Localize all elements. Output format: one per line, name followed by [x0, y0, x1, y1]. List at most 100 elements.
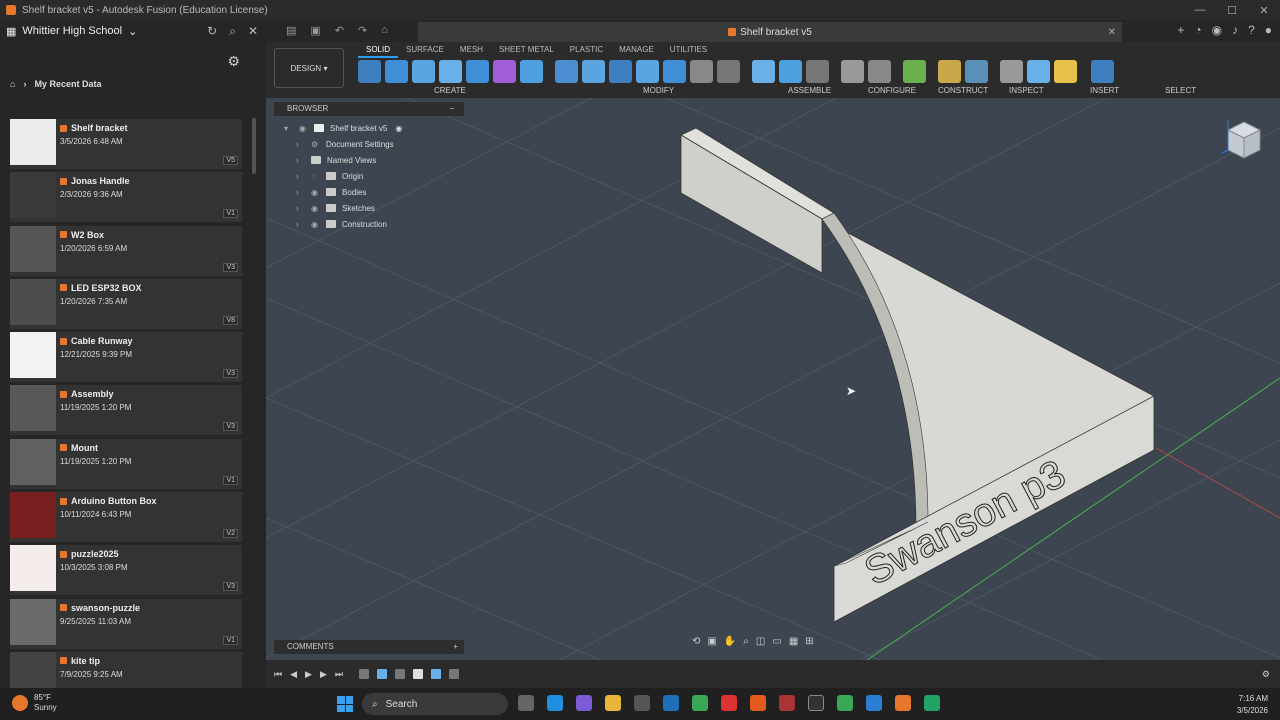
- file-explorer-icon[interactable]: [605, 695, 621, 711]
- tab-solid[interactable]: SOLID: [358, 44, 399, 58]
- timeline-sketch-icon[interactable]: [394, 669, 405, 679]
- copilot-icon[interactable]: [576, 695, 592, 711]
- undo-icon[interactable]: ↶: [335, 24, 344, 37]
- outlook-icon[interactable]: [663, 695, 679, 711]
- minimize-icon[interactable]: —: [1184, 0, 1216, 20]
- look-at-icon[interactable]: ▣: [707, 636, 716, 652]
- timeline-feature-icon[interactable]: [412, 669, 423, 679]
- profile-avatar[interactable]: ●: [1265, 23, 1272, 37]
- orbit-icon[interactable]: ⟲: [692, 636, 700, 652]
- go-to-end-icon[interactable]: ⏭: [335, 669, 343, 680]
- version-badge[interactable]: V3: [223, 582, 238, 592]
- interference-icon[interactable]: [965, 60, 988, 83]
- group-select[interactable]: SELECT: [1165, 86, 1196, 95]
- version-badge[interactable]: V1: [223, 475, 238, 485]
- chevron-right-icon[interactable]: ›: [296, 204, 305, 213]
- fit-icon[interactable]: ◫: [756, 636, 765, 652]
- app-icon[interactable]: [866, 695, 882, 711]
- task-view-icon[interactable]: [518, 695, 534, 711]
- system-clock[interactable]: 7:16 AM 3/5/2026: [1237, 693, 1268, 717]
- file-item[interactable]: puzzle2025 10/3/2025 3:08 PM V3: [10, 545, 242, 596]
- app-icon[interactable]: [750, 695, 766, 711]
- terminal-icon[interactable]: [808, 695, 824, 711]
- browser-node-origin[interactable]: › ◌ Origin: [296, 168, 363, 184]
- version-badge[interactable]: V3: [223, 369, 238, 379]
- step-back-icon[interactable]: ◀: [290, 669, 297, 680]
- revolve-icon[interactable]: [412, 60, 435, 83]
- eye-icon[interactable]: ◉: [311, 220, 320, 229]
- windows-start-icon[interactable]: [337, 696, 353, 712]
- file-item[interactable]: LED ESP32 BOX 1/20/2026 7:35 AM V8: [10, 278, 242, 329]
- fillet-icon[interactable]: [582, 60, 605, 83]
- shell-icon[interactable]: [609, 60, 632, 83]
- view-cube[interactable]: [1218, 116, 1264, 162]
- browser-node-construction[interactable]: › ◉ Construction: [296, 216, 387, 232]
- version-badge[interactable]: V8: [223, 315, 238, 325]
- eye-icon[interactable]: ◉: [311, 204, 320, 213]
- play-icon[interactable]: ▶: [305, 669, 312, 680]
- file-item[interactable]: Arduino Button Box 10/11/2024 6:43 PM V2: [10, 492, 242, 543]
- version-badge[interactable]: V1: [223, 635, 238, 645]
- zoom-icon[interactable]: ⌕: [743, 636, 749, 652]
- sheets-icon[interactable]: [924, 695, 940, 711]
- data-panel-scrollbar[interactable]: [252, 118, 256, 174]
- screen-recorder-icon[interactable]: [721, 695, 737, 711]
- notifications-icon[interactable]: ♪: [1232, 23, 1238, 37]
- refresh-icon[interactable]: ↻: [207, 24, 217, 39]
- new-tab-icon[interactable]: +: [1177, 23, 1184, 37]
- new-component-icon[interactable]: [752, 60, 775, 83]
- group-assemble[interactable]: ASSEMBLE: [788, 86, 831, 95]
- minimize-panel-icon[interactable]: −: [449, 102, 454, 116]
- chevron-right-icon[interactable]: ›: [296, 220, 305, 229]
- pattern-icon[interactable]: [466, 60, 489, 83]
- chevron-right-icon[interactable]: ›: [296, 172, 305, 181]
- eye-icon[interactable]: ◉: [299, 124, 308, 133]
- file-item[interactable]: kite tip 7/9/2025 9:25 AM V1: [10, 651, 242, 688]
- timeline-feature-icon[interactable]: [430, 669, 441, 679]
- split-icon[interactable]: [520, 60, 543, 83]
- eye-off-icon[interactable]: ◌: [311, 172, 320, 181]
- group-configure[interactable]: CONFIGURE: [868, 86, 916, 95]
- offset-plane-icon[interactable]: [903, 60, 926, 83]
- grid-settings-icon[interactable]: ▦: [789, 636, 798, 652]
- gear-icon[interactable]: ⚙: [1262, 669, 1270, 680]
- offset-face-icon[interactable]: [663, 60, 686, 83]
- chrome-icon[interactable]: [692, 695, 708, 711]
- go-to-start-icon[interactable]: ⏮: [274, 669, 282, 680]
- version-badge[interactable]: V3: [223, 262, 238, 272]
- joint-icon[interactable]: [779, 60, 802, 83]
- group-modify[interactable]: MODIFY: [643, 86, 674, 95]
- file-item[interactable]: Shelf bracket 3/5/2026 6:48 AM V5: [10, 119, 242, 169]
- team-selector[interactable]: ▦ Whittier High School ⌄: [6, 25, 137, 38]
- file-item[interactable]: W2 Box 1/20/2026 6:59 AM V3: [10, 225, 242, 276]
- taskbar-search[interactable]: ⌕ Search: [362, 693, 508, 715]
- version-badge[interactable]: V5: [223, 156, 238, 165]
- table-icon[interactable]: [868, 60, 891, 83]
- combine-icon[interactable]: [636, 60, 659, 83]
- timeline-sketch-icon[interactable]: [358, 669, 369, 679]
- fusion-app-icon[interactable]: [895, 695, 911, 711]
- close-tab-icon[interactable]: ✕: [1108, 27, 1116, 38]
- canvas-icon[interactable]: [1027, 60, 1050, 83]
- save-icon[interactable]: ▣: [310, 24, 320, 37]
- timeline-extrude-icon[interactable]: [376, 669, 387, 679]
- extensions-icon[interactable]: ◔: [1194, 23, 1201, 37]
- tab-plastic[interactable]: PLASTIC: [562, 44, 611, 58]
- chrome-icon[interactable]: [837, 695, 853, 711]
- create-sketch-icon[interactable]: [358, 60, 381, 83]
- recent-data-breadcrumb[interactable]: ⌂ › My Recent Data: [10, 79, 101, 89]
- search-icon[interactable]: ⌕: [229, 24, 236, 39]
- comments-panel[interactable]: COMMENTS +: [274, 640, 464, 654]
- group-create[interactable]: CREATE: [434, 86, 466, 95]
- form-icon[interactable]: [493, 60, 516, 83]
- timeline-marker-icon[interactable]: [448, 669, 459, 679]
- select-icon[interactable]: [1091, 60, 1114, 83]
- gear-icon[interactable]: ⚙: [227, 53, 240, 70]
- tab-sheet-metal[interactable]: SHEET METAL: [491, 44, 562, 58]
- physical-material-icon[interactable]: [717, 60, 740, 83]
- maximize-icon[interactable]: ☐: [1216, 0, 1248, 20]
- document-tab[interactable]: Shelf bracket v5 ✕: [418, 22, 1122, 42]
- home-icon[interactable]: ⌂: [381, 24, 388, 37]
- canvas-viewport[interactable]: Swanson p3 BROWSER − ▾ ◉ Shelf bracket v…: [266, 98, 1280, 688]
- eye-icon[interactable]: ◉: [311, 188, 320, 197]
